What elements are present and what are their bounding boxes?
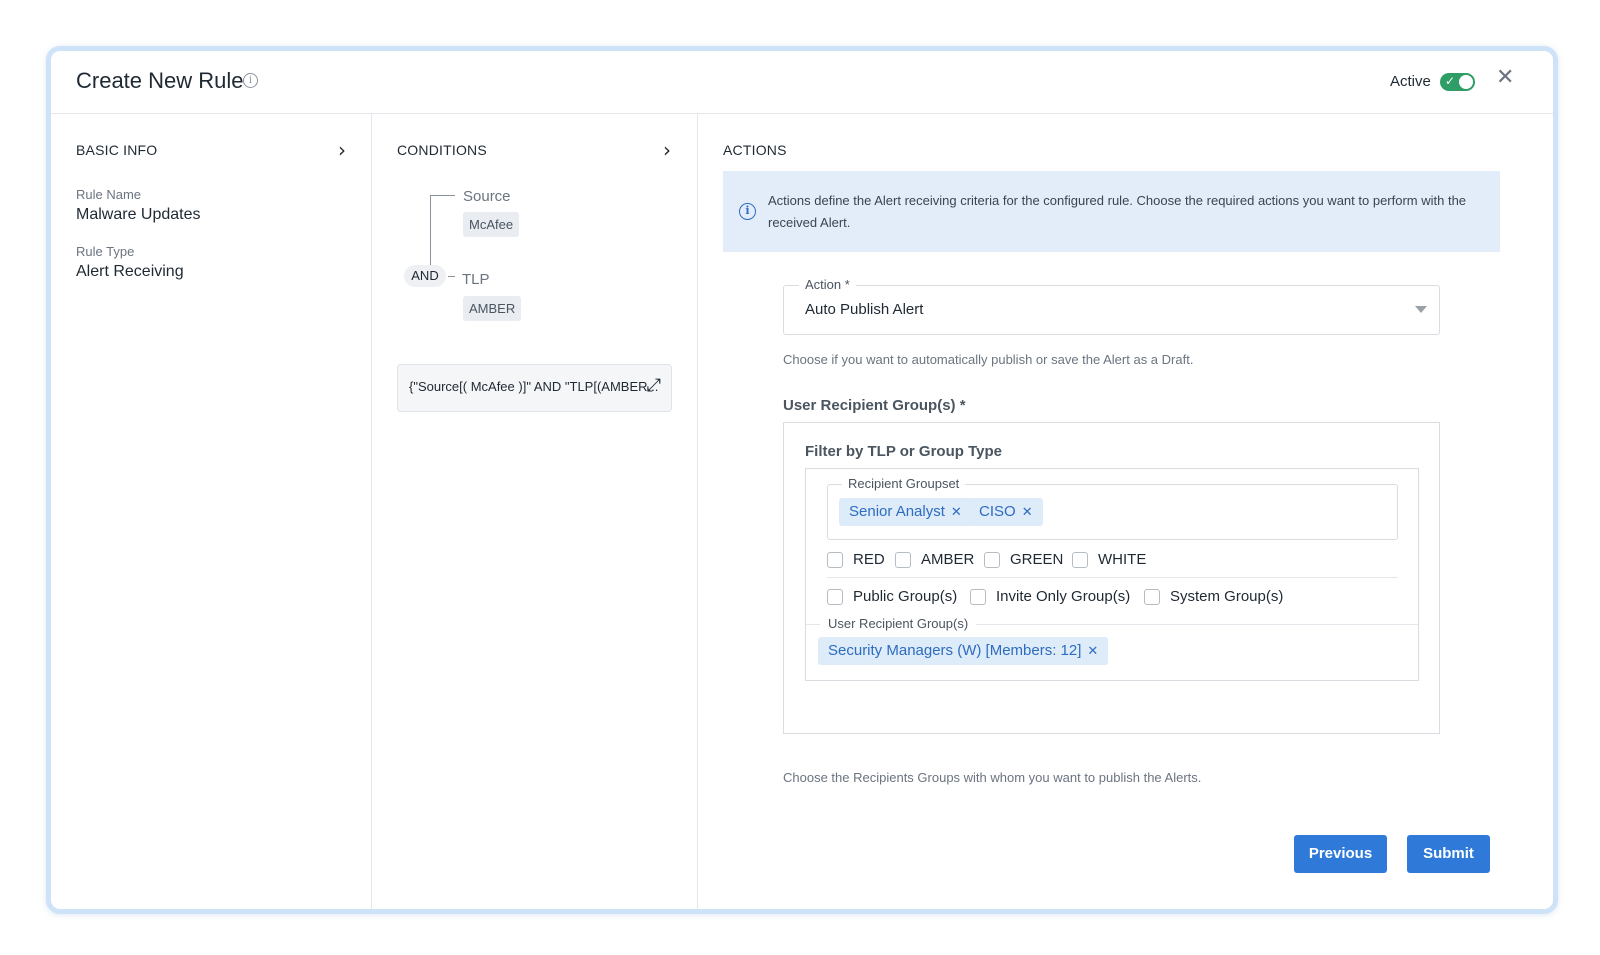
checkbox-label: WHITE [1098, 551, 1147, 568]
remove-tag-icon[interactable]: ✕ [1022, 505, 1033, 520]
rule-name-value: Malware Updates [76, 206, 201, 223]
checkbox-public-groups[interactable]: Public Group(s) [827, 588, 957, 605]
user-group-tag: Security Managers (W) [Members: 12] ✕ [818, 637, 1109, 665]
expand-icon[interactable]: ⤢ [647, 375, 661, 396]
basic-info-heading: BASIC INFO [76, 142, 158, 158]
groupset-tag: CISO ✕ [969, 498, 1043, 526]
checkbox-label: AMBER [921, 551, 975, 568]
recipient-help: Choose the Recipients Groups with whom y… [783, 770, 1202, 785]
recipient-groupset-field[interactable]: Recipient Groupset Senior Analyst ✕ CISO ✕ [827, 476, 1398, 540]
active-label: Active [1390, 73, 1431, 90]
actions-panel: ACTIONS i Actions define the Alert recei… [698, 114, 1553, 909]
conditions-panel: CONDITIONS › Source McAfee AND TLP AMBER… [372, 114, 698, 909]
checkbox-amber[interactable]: AMBER [895, 551, 974, 568]
filter-title: Filter by TLP or Group Type [805, 443, 1002, 460]
checkbox-red[interactable]: RED [827, 551, 885, 568]
groupset-label: Recipient Groupset [842, 476, 966, 491]
basic-info-panel: BASIC INFO › Rule Name Malware Updates R… [51, 114, 372, 909]
close-icon[interactable]: ✕ [1496, 65, 1514, 90]
actions-heading: ACTIONS [723, 142, 787, 158]
action-value: Auto Publish Alert [805, 301, 924, 318]
conditions-heading: CONDITIONS [397, 142, 487, 158]
tag-label: Security Managers (W) [Members: 12] [828, 642, 1082, 659]
chevron-right-icon[interactable]: › [663, 138, 671, 162]
checkbox-label: GREEN [1010, 551, 1064, 568]
remove-tag-icon[interactable]: ✕ [1087, 644, 1098, 659]
checkbox-label: RED [853, 551, 885, 568]
toggle-knob [1459, 75, 1473, 89]
chevron-right-icon[interactable]: › [338, 138, 346, 162]
banner-text: Actions define the Alert receiving crite… [768, 193, 1467, 230]
info-icon: i [739, 203, 756, 220]
tag-label: CISO [979, 503, 1016, 520]
checkbox-label: System Group(s) [1170, 588, 1284, 605]
active-toggle[interactable]: ✓ [1440, 73, 1475, 91]
action-label: Action * [799, 277, 856, 292]
filter-box: Recipient Groupset Senior Analyst ✕ CISO ✕… [805, 468, 1419, 681]
checkbox-box[interactable] [895, 551, 911, 568]
tree-connector [430, 195, 431, 267]
check-icon: ✓ [1445, 74, 1456, 88]
previous-button[interactable]: Previous [1294, 835, 1387, 873]
divider [827, 577, 1398, 578]
groupset-tag: Senior Analyst ✕ [839, 498, 972, 526]
checkbox-box[interactable] [827, 551, 843, 568]
action-select[interactable]: Action * Auto Publish Alert [783, 277, 1440, 335]
checkbox-invite-only-groups[interactable]: Invite Only Group(s) [970, 588, 1130, 605]
modal-title: Create New Rule [76, 68, 244, 93]
condition-tlp-label: TLP [462, 271, 490, 288]
checkbox-white[interactable]: WHITE [1072, 551, 1146, 568]
rule-type-value: Alert Receiving [76, 263, 184, 280]
condition-expression: {"Source[( McAfee )]" AND "TLP[(AMBER...… [397, 364, 672, 412]
checkbox-box[interactable] [827, 588, 843, 605]
condition-source-value: McAfee [463, 212, 520, 237]
info-icon[interactable]: i [243, 73, 258, 88]
info-banner: i Actions define the Alert receiving cri… [723, 171, 1500, 252]
action-help: Choose if you want to automatically publ… [783, 352, 1194, 367]
condition-source-label: Source [463, 188, 511, 205]
condition-tlp-value: AMBER [463, 296, 522, 321]
checkbox-box[interactable] [970, 588, 986, 605]
checkbox-label: Public Group(s) [853, 588, 958, 605]
submit-button[interactable]: Submit [1407, 835, 1490, 873]
checkbox-box[interactable] [1144, 588, 1160, 605]
checkbox-label: Invite Only Group(s) [996, 588, 1131, 605]
and-operator: AND [404, 265, 446, 287]
modal-header: Create New Rule i Active ✓ ✕ [51, 51, 1553, 114]
expression-text: {"Source[( McAfee )]" AND "TLP[(AMBER... [409, 379, 659, 394]
tree-connector [430, 195, 455, 196]
recipient-title: User Recipient Group(s) * [783, 397, 966, 414]
checkbox-box[interactable] [1072, 551, 1088, 568]
caret-down-icon[interactable] [1415, 306, 1427, 313]
tree-connector [448, 276, 455, 277]
create-rule-modal: Create New Rule i Active ✓ ✕ BASIC INFO … [46, 46, 1558, 914]
checkbox-green[interactable]: GREEN [984, 551, 1063, 568]
remove-tag-icon[interactable]: ✕ [951, 505, 962, 520]
checkbox-system-groups[interactable]: System Group(s) [1144, 588, 1283, 605]
rule-name-label: Rule Name [76, 187, 142, 202]
checkbox-box[interactable] [984, 551, 1000, 568]
rule-type-label: Rule Type [76, 244, 135, 259]
recipient-group-box: Filter by TLP or Group Type Recipient Gr… [783, 422, 1440, 734]
user-groups-label: User Recipient Group(s) [820, 616, 977, 631]
tag-label: Senior Analyst [849, 503, 945, 520]
